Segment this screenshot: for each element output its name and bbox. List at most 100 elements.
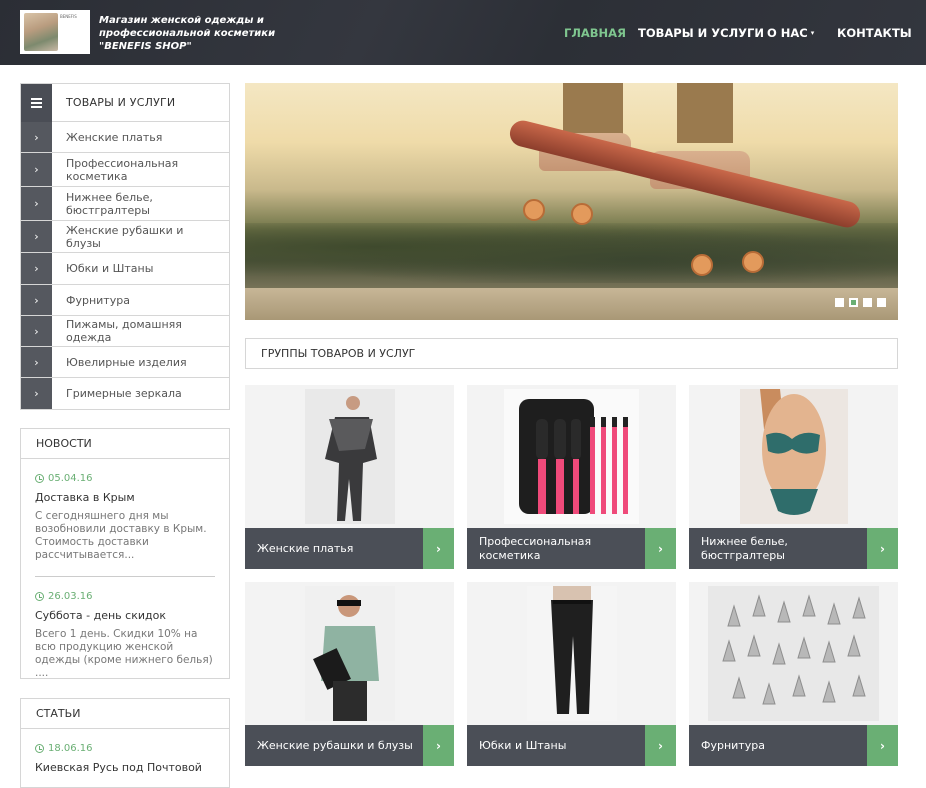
product-name: Женские рубашки и блузы	[245, 725, 423, 766]
product-card-skirts[interactable]: Юбки и Штаны ›	[467, 582, 676, 766]
sidebar-item-label: Профессиональная косметика	[66, 156, 179, 183]
news-excerpt: С сегодняшнего дня мы возобновили достав…	[35, 510, 207, 561]
chevron-right-icon[interactable]: ›	[423, 725, 454, 766]
slider-dot[interactable]	[863, 298, 872, 307]
sidebar-menu-title: ТОВАРЫ И УСЛУГИ	[66, 96, 176, 109]
news-headline[interactable]: Суббота - день скидок	[35, 609, 215, 622]
news-date: 05.04.16	[35, 473, 215, 484]
slide-leg	[563, 83, 623, 135]
chevron-right-icon: ›	[21, 122, 52, 152]
product-image	[689, 385, 898, 528]
chevron-right-icon: ›	[21, 285, 52, 315]
sidebar-item-label: Женские рубашки и блузы	[66, 223, 184, 250]
product-card-blouses[interactable]: Женские рубашки и блузы ›	[245, 582, 454, 766]
chevron-right-icon: ›	[21, 253, 52, 284]
product-image	[245, 582, 454, 725]
clock-icon	[35, 744, 44, 753]
sidebar-item-label: Пижамы, домашняя одежда	[66, 318, 182, 344]
nav-products[interactable]: ТОВАРЫ И УСЛУГИ	[638, 26, 764, 40]
product-groups-title: ГРУППЫ ТОВАРОВ И УСЛУГ	[245, 338, 898, 369]
sidebar-item-label: Фурнитура	[66, 293, 130, 307]
product-image	[467, 385, 676, 528]
article-date-text: 18.06.16	[48, 743, 93, 754]
slide-wheel	[691, 254, 713, 276]
site-logo[interactable]: BENEFIS	[20, 10, 90, 54]
news-headline[interactable]: Доставка в Крым	[35, 491, 215, 504]
news-date-text: 26.03.16	[48, 591, 93, 602]
slide-ramp	[245, 288, 898, 320]
sidebar-item-pajamas[interactable]: › Пижамы, домашняя одежда	[21, 316, 229, 347]
sidebar-item-label: Женские платья	[66, 130, 163, 144]
chevron-down-icon: ▾	[810, 29, 815, 37]
logo-text: BENEFIS	[60, 14, 77, 19]
chevron-right-icon[interactable]: ›	[867, 528, 898, 569]
logo-photo	[24, 13, 58, 51]
product-name: Женские платья	[245, 528, 423, 569]
chevron-right-icon: ›	[21, 378, 52, 409]
sidebar-item-lingerie[interactable]: › Нижнее белье, бюстгралтеры	[21, 187, 229, 221]
product-name: Профессиональная косметика	[467, 528, 645, 569]
chevron-right-icon: ›	[21, 153, 52, 186]
nav-about[interactable]: О НАС ▾	[767, 26, 814, 40]
sidebar-item-label: Нижнее белье, бюстгралтеры	[66, 190, 153, 217]
chevron-right-icon[interactable]: ›	[423, 528, 454, 569]
sidebar-item-mirrors[interactable]: › Гримерные зеркала	[21, 378, 229, 409]
news-date-text: 05.04.16	[48, 473, 93, 484]
sidebar-item-jewelry[interactable]: › Ювелирные изделия	[21, 347, 229, 378]
lingerie-model-image	[739, 389, 848, 524]
slide-wheel	[523, 199, 545, 221]
product-image	[467, 582, 676, 725]
sidebar-item-cosmetics[interactable]: › Профессиональная косметика	[21, 153, 229, 187]
product-name: Нижнее белье, бюстгралтеры	[689, 528, 867, 569]
site-title: Магазин женской одежды и профессионально…	[99, 15, 276, 52]
slider-pagination	[835, 298, 886, 307]
chevron-right-icon[interactable]: ›	[645, 528, 676, 569]
sidebar-item-skirts[interactable]: › Юбки и Штаны	[21, 253, 229, 285]
news-excerpt: Всего 1 день. Скидки 10% на всю продукци…	[35, 628, 213, 679]
news-date: 26.03.16	[35, 591, 215, 602]
slide-trees	[245, 223, 898, 283]
divider	[35, 576, 215, 577]
slider-dot[interactable]	[835, 298, 844, 307]
hamburger-icon	[21, 83, 52, 122]
product-name: Фурнитура	[689, 725, 867, 766]
sidebar-item-label: Юбки и Штаны	[66, 262, 154, 275]
product-card-fittings[interactable]: Фурнитура ›	[689, 582, 898, 766]
sidebar-item-dresses[interactable]: › Женские платья	[21, 122, 229, 153]
nav-contacts[interactable]: КОНТАКТЫ	[837, 26, 912, 40]
hero-slider[interactable]	[245, 83, 898, 320]
clock-icon	[35, 474, 44, 483]
chevron-right-icon: ›	[21, 221, 52, 252]
article-date: 18.06.16	[35, 743, 215, 754]
slide-wheel	[571, 203, 593, 225]
pants-model-image	[526, 586, 617, 721]
product-image	[689, 582, 898, 725]
nav-home[interactable]: ГЛАВНАЯ	[564, 26, 626, 40]
blouse-model-image	[304, 586, 395, 721]
sidebar-menu: ТОВАРЫ И УСЛУГИ › Женские платья › Профе…	[20, 83, 230, 410]
chevron-right-icon: ›	[21, 316, 52, 346]
product-card-dresses[interactable]: Женские платья ›	[245, 385, 454, 569]
news-title: НОВОСТИ	[21, 429, 229, 459]
product-card-lingerie[interactable]: Нижнее белье, бюстгралтеры ›	[689, 385, 898, 569]
dress-model-image	[304, 389, 395, 524]
product-image	[245, 385, 454, 528]
article-headline[interactable]: Киевская Русь под Почтовой	[35, 761, 215, 774]
chevron-right-icon: ›	[21, 347, 52, 377]
chevron-right-icon[interactable]: ›	[645, 725, 676, 766]
sidebar-item-label: Ювелирные изделия	[66, 355, 187, 369]
sidebar-item-blouses[interactable]: › Женские рубашки и блузы	[21, 221, 229, 253]
brush-set-image	[504, 389, 639, 524]
product-name: Юбки и Штаны	[467, 725, 645, 766]
articles-block: СТАТЬИ 18.06.16 Киевская Русь под Почтов…	[20, 698, 230, 788]
chevron-right-icon[interactable]: ›	[867, 725, 898, 766]
sidebar-menu-header[interactable]: ТОВАРЫ И УСЛУГИ	[21, 83, 229, 122]
sidebar-item-fittings[interactable]: › Фурнитура	[21, 285, 229, 316]
nav-about-label: О НАС	[767, 26, 808, 40]
slider-dot-active[interactable]	[849, 298, 858, 307]
slide-wheel	[742, 251, 764, 273]
slider-dot[interactable]	[877, 298, 886, 307]
news-block: НОВОСТИ 05.04.16 Доставка в Крым С сегод…	[20, 428, 230, 679]
site-header: BENEFIS Магазин женской одежды и професс…	[0, 0, 926, 65]
product-card-cosmetics[interactable]: Профессиональная косметика ›	[467, 385, 676, 569]
